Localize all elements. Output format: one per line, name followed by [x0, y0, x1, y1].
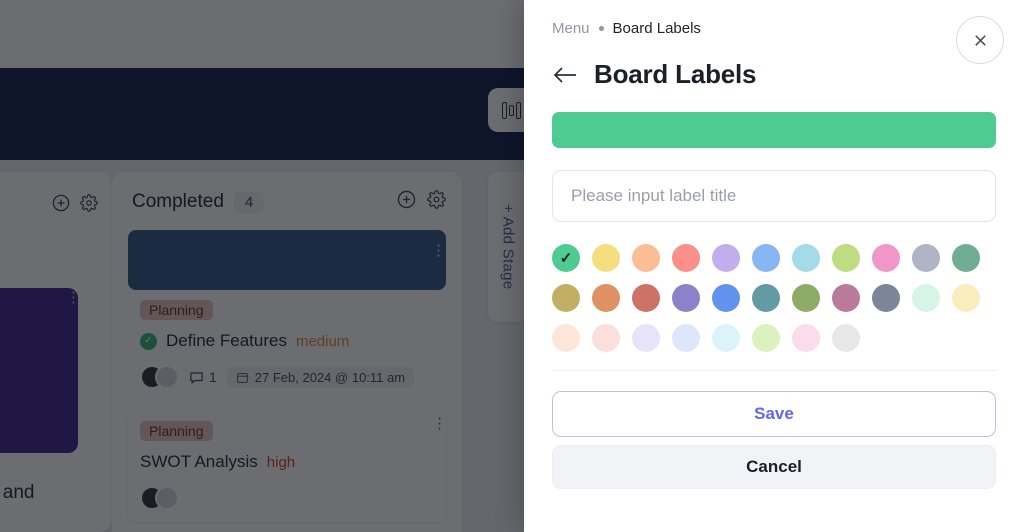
save-button[interactable]: Save — [552, 391, 996, 437]
breadcrumb-current: Board Labels — [612, 20, 701, 37]
color-swatch[interactable] — [712, 324, 740, 352]
check-icon: ✓ — [559, 249, 573, 267]
color-swatch[interactable] — [912, 284, 940, 312]
arrow-left-icon — [553, 66, 576, 83]
panel-body: ✓ — [524, 90, 1024, 352]
back-button[interactable] — [552, 65, 578, 85]
label-title-input[interactable] — [552, 170, 996, 222]
color-swatch[interactable] — [752, 284, 780, 312]
color-swatch[interactable] — [872, 284, 900, 312]
color-swatch[interactable] — [672, 284, 700, 312]
panel-header: Menu Board Labels — [524, 0, 1024, 64]
page-title: Board Labels — [594, 59, 757, 89]
color-swatch[interactable] — [832, 244, 860, 272]
app-root: ⋮ Execution tering y and Completed 4 — [0, 0, 1024, 532]
color-swatch[interactable] — [672, 324, 700, 352]
color-swatch[interactable] — [832, 324, 860, 352]
color-swatch[interactable] — [792, 244, 820, 272]
board-labels-panel: Menu Board Labels Board Labels ✓ — [524, 0, 1024, 532]
cancel-button[interactable]: Cancel — [552, 445, 996, 489]
color-swatch[interactable] — [712, 284, 740, 312]
color-swatch[interactable] — [552, 284, 580, 312]
color-swatch[interactable] — [792, 324, 820, 352]
breadcrumb: Menu Board Labels — [552, 20, 996, 37]
close-icon — [974, 34, 986, 46]
color-swatch[interactable] — [632, 244, 660, 272]
color-swatch[interactable] — [912, 244, 940, 272]
color-swatch[interactable] — [872, 244, 900, 272]
close-button[interactable] — [956, 16, 1004, 64]
breadcrumb-separator-dot — [598, 26, 604, 31]
color-swatch[interactable] — [712, 244, 740, 272]
color-swatch[interactable] — [752, 244, 780, 272]
color-swatch[interactable] — [752, 324, 780, 352]
color-swatch[interactable] — [832, 284, 860, 312]
panel-actions: Save Cancel — [524, 371, 1024, 489]
color-swatch[interactable] — [952, 244, 980, 272]
color-swatch[interactable] — [632, 324, 660, 352]
color-swatch[interactable] — [552, 324, 580, 352]
color-swatch[interactable]: ✓ — [552, 244, 580, 272]
color-swatch[interactable] — [632, 284, 660, 312]
color-swatch[interactable] — [672, 244, 700, 272]
color-swatch-grid: ✓ — [552, 244, 1004, 352]
panel-title-row: Board Labels — [524, 37, 1024, 90]
breadcrumb-menu[interactable]: Menu — [552, 20, 590, 37]
label-color-preview — [552, 112, 996, 148]
color-swatch[interactable] — [952, 284, 980, 312]
color-swatch[interactable] — [592, 324, 620, 352]
color-swatch[interactable] — [592, 244, 620, 272]
color-swatch[interactable] — [592, 284, 620, 312]
color-swatch[interactable] — [792, 284, 820, 312]
